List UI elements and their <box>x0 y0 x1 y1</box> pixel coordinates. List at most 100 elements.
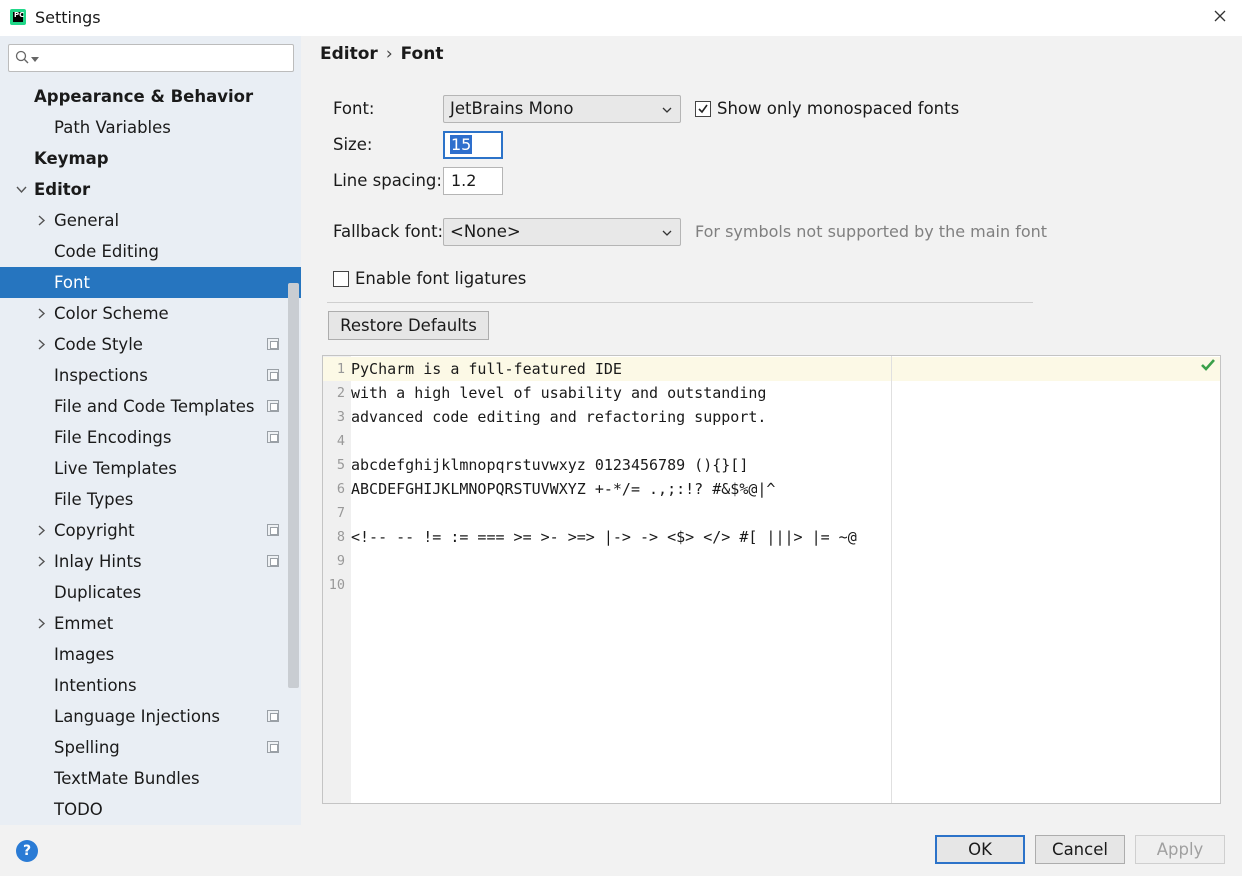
restore-defaults-button[interactable]: Restore Defaults <box>328 311 489 340</box>
code-line: 9 <box>323 549 1220 573</box>
code-line: 1 PyCharm is a full-featured IDE <box>323 357 1220 381</box>
sidebar-item-label: Code Style <box>54 335 143 354</box>
search-input[interactable] <box>45 47 285 69</box>
chevron-right-icon[interactable] <box>36 329 48 360</box>
size-label: Size: <box>333 135 373 154</box>
chevron-right-icon[interactable] <box>36 608 48 639</box>
line-number: 7 <box>336 505 345 521</box>
sidebar-item-textmate-bundles[interactable]: TextMate Bundles <box>0 763 301 794</box>
sidebar-item-live-templates[interactable]: Live Templates <box>0 453 301 484</box>
chevron-right-icon[interactable] <box>36 515 48 546</box>
chevron-right-icon[interactable] <box>36 205 48 236</box>
size-input[interactable]: 15 <box>443 131 503 159</box>
cancel-button[interactable]: Cancel <box>1035 835 1125 864</box>
font-preview-editor[interactable]: 1 PyCharm is a full-featured IDE 2 with a h… <box>322 355 1221 804</box>
checkmark-icon <box>698 104 708 114</box>
sidebar-item-file-encodings[interactable]: File Encodings <box>0 422 301 453</box>
sidebar-item-file-and-code-templates[interactable]: File and Code Templates <box>0 391 301 422</box>
pycharm-logo-icon: PC <box>10 9 26 25</box>
sidebar-item-copyright[interactable]: Copyright <box>0 515 301 546</box>
sidebar-item-editor[interactable]: Editor <box>0 174 301 205</box>
project-scope-icon <box>267 741 279 753</box>
code-line: 2 with a high level of usability and outs… <box>323 381 1220 405</box>
sidebar-scrollbar[interactable] <box>288 283 299 688</box>
monospaced-checkbox[interactable] <box>695 101 711 117</box>
sidebar-item-label: General <box>54 211 120 230</box>
sidebar-item-file-types[interactable]: File Types <box>0 484 301 515</box>
code-line: 5 abcdefghijklmnopqrstuvwxyz 0123456789 (… <box>323 453 1220 477</box>
line-number: 4 <box>336 433 345 449</box>
sidebar-item-language-injections[interactable]: Language Injections <box>0 701 301 732</box>
sidebar-item-keymap[interactable]: Keymap <box>0 143 301 174</box>
line-number: 8 <box>336 529 345 545</box>
chevron-right-icon[interactable] <box>36 298 48 329</box>
search-history-dropdown-icon[interactable] <box>31 57 39 62</box>
sidebar-item-inlay-hints[interactable]: Inlay Hints <box>0 546 301 577</box>
sidebar-item-todo[interactable]: TODO <box>0 794 301 825</box>
sidebar-item-intentions[interactable]: Intentions <box>0 670 301 701</box>
code-text: abcdefghijklmnopqrstuvwxyz 0123456789 ()… <box>351 456 749 474</box>
ligatures-checkbox[interactable] <box>333 271 349 287</box>
apply-button[interactable]: Apply <box>1135 835 1225 864</box>
sidebar-item-label: Live Templates <box>54 459 177 478</box>
sidebar-item-label: File Encodings <box>54 428 172 447</box>
sidebar-item-general[interactable]: General <box>0 205 301 236</box>
monospaced-label[interactable]: Show only monospaced fonts <box>717 99 959 118</box>
close-button[interactable] <box>1208 4 1232 28</box>
sidebar-item-label: Inspections <box>54 366 148 385</box>
code-line: 7 <box>323 501 1220 525</box>
code-line: 3 advanced code editing and refactoring s… <box>323 405 1220 429</box>
sidebar-item-duplicates[interactable]: Duplicates <box>0 577 301 608</box>
line-spacing-label: Line spacing: <box>333 171 442 190</box>
code-line: 4 <box>323 429 1220 453</box>
search-box[interactable] <box>8 44 294 72</box>
search-icon <box>15 50 29 64</box>
sidebar-item-path-variables[interactable]: Path Variables <box>0 112 301 143</box>
project-scope-icon <box>267 400 279 412</box>
fallback-font-label: Fallback font: <box>333 222 444 241</box>
line-number: 6 <box>336 481 345 497</box>
divider <box>327 302 1033 303</box>
sidebar-item-color-scheme[interactable]: Color Scheme <box>0 298 301 329</box>
sidebar-item-appearance-behavior[interactable]: Appearance & Behavior <box>0 81 301 112</box>
sidebar-item-label: TextMate Bundles <box>54 769 200 788</box>
breadcrumb-page: Font <box>400 44 444 64</box>
line-spacing-input[interactable]: 1.2 <box>443 167 503 195</box>
line-number: 5 <box>336 457 345 473</box>
window-title: Settings <box>35 8 101 27</box>
sidebar-item-label: File Types <box>54 490 134 509</box>
font-select[interactable]: JetBrains Mono <box>443 95 681 123</box>
size-input-value: 15 <box>450 135 473 154</box>
sidebar-item-label: Emmet <box>54 614 114 633</box>
sidebar-item-images[interactable]: Images <box>0 639 301 670</box>
sidebar-item-label: Code Editing <box>54 242 159 261</box>
line-number: 1 <box>336 361 345 377</box>
chevron-down-icon <box>662 230 672 236</box>
ok-button[interactable]: OK <box>935 835 1025 864</box>
project-scope-icon <box>267 710 279 722</box>
fallback-font-select[interactable]: <None> <box>443 218 681 246</box>
sidebar-item-label: Spelling <box>54 738 120 757</box>
code-line: 8 <!-- -- != := === >= >- >=> |-> -> <$> … <box>323 525 1220 549</box>
check-icon <box>1201 359 1215 371</box>
sidebar-item-label: Font <box>54 273 90 292</box>
sidebar-item-label: Language Injections <box>54 707 221 726</box>
line-number: 9 <box>336 553 345 569</box>
ligatures-label[interactable]: Enable font ligatures <box>355 269 526 288</box>
sidebar-item-spelling[interactable]: Spelling <box>0 732 301 763</box>
sidebar-item-emmet[interactable]: Emmet <box>0 608 301 639</box>
chevron-down-icon[interactable] <box>16 174 28 205</box>
sidebar-item-label: Color Scheme <box>54 304 169 323</box>
sidebar-item-code-editing[interactable]: Code Editing <box>0 236 301 267</box>
sidebar-item-inspections[interactable]: Inspections <box>0 360 301 391</box>
line-number: 3 <box>336 409 345 425</box>
project-scope-icon <box>267 524 279 536</box>
sidebar-item-label: Copyright <box>54 521 135 540</box>
close-icon <box>1214 10 1226 22</box>
sidebar-item-code-style[interactable]: Code Style <box>0 329 301 360</box>
help-button[interactable]: ? <box>16 840 38 862</box>
sidebar-item-font[interactable]: Font <box>0 267 301 298</box>
chevron-right-icon[interactable] <box>36 546 48 577</box>
sidebar-item-label: Duplicates <box>54 583 142 602</box>
project-scope-icon <box>267 431 279 443</box>
